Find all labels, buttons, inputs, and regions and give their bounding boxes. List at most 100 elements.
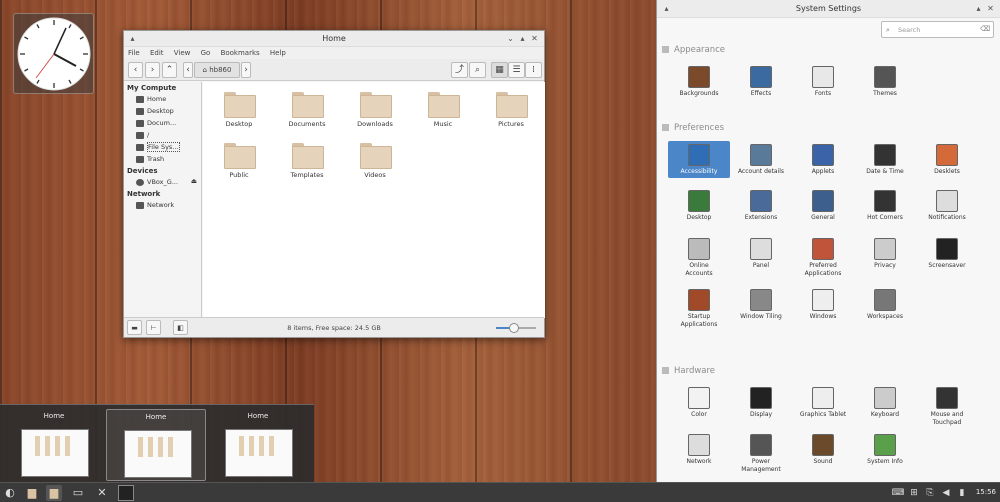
settings-item-desktop[interactable]: Desktop — [668, 190, 730, 222]
window-list-icon[interactable]: ⊞ — [906, 485, 922, 501]
close-button[interactable]: ✕ — [985, 3, 996, 14]
settings-item-keyboard[interactable]: Keyboard — [854, 387, 916, 419]
settings-item-label: Hot Corners — [867, 214, 903, 221]
keyboard-icon[interactable]: ⌨ — [890, 485, 906, 501]
settings-item-online-accounts[interactable]: Online Accounts — [668, 238, 730, 278]
settings-item-account[interactable]: Account details — [730, 144, 792, 176]
settings-item-window-tiling[interactable]: Window Tiling — [730, 289, 792, 321]
minimize-button[interactable]: ⌄ — [505, 33, 516, 44]
settings-item-color[interactable]: Color — [668, 387, 730, 419]
sidebar-item-vbox[interactable]: VBox_G... ⏏ — [124, 176, 201, 188]
menu-go[interactable]: Go — [201, 47, 211, 59]
settings-item-privacy[interactable]: Privacy — [854, 238, 916, 270]
sidebar-item-filesystem[interactable]: File Sys... — [124, 141, 201, 153]
forward-button[interactable]: › — [145, 62, 160, 78]
battery-icon[interactable]: ▮ — [954, 485, 970, 501]
folder-item[interactable]: Downloads — [345, 92, 405, 138]
settings-item-windows[interactable]: Windows — [792, 289, 854, 321]
panel-clock[interactable]: 15:56 — [976, 488, 996, 496]
settings-item-network[interactable]: Network — [668, 434, 730, 466]
file-manager-task-icon[interactable]: ▆ — [46, 485, 62, 501]
menu-view[interactable]: View — [174, 47, 191, 59]
settings-item-notifications[interactable]: Notifications — [916, 190, 978, 222]
settings-item-preferred-apps[interactable]: Preferred Applications — [792, 238, 854, 278]
menu-edit[interactable]: Edit — [150, 47, 164, 59]
power-icon — [750, 434, 772, 456]
workspace-thumbnail[interactable]: Home — [208, 409, 308, 481]
settings-item-accessibility[interactable]: Accessibility — [668, 141, 730, 178]
settings-task-icon[interactable]: ✕ — [94, 485, 110, 501]
sidebar-item-network[interactable]: Network — [124, 199, 201, 211]
network-icon[interactable]: ⎘ — [922, 485, 938, 501]
location-left-arrow[interactable]: ‹ — [183, 62, 193, 78]
settings-item-backgrounds[interactable]: Backgrounds — [668, 66, 730, 98]
location-home-button[interactable]: ⌂ hb860 — [194, 62, 240, 78]
settings-item-hot-corners[interactable]: Hot Corners — [854, 190, 916, 222]
sidebar-item-desktop[interactable]: Desktop — [124, 105, 201, 117]
settings-item-label: Startup Applications — [680, 313, 718, 328]
settings-item-panel[interactable]: Panel — [730, 238, 792, 270]
folder-item[interactable]: Desktop — [209, 92, 269, 138]
close-button[interactable]: ✕ — [529, 33, 540, 44]
clear-icon[interactable]: ⌫ — [980, 25, 990, 33]
settings-item-date-time[interactable]: Date & Time — [854, 144, 916, 176]
search-input[interactable]: ⌕ Search ⌫ — [881, 21, 994, 38]
folder-item[interactable]: Public — [209, 143, 269, 189]
mouse-icon — [936, 387, 958, 409]
workspace-thumbnail-active[interactable]: Home — [106, 409, 206, 481]
desktop-icon — [136, 107, 144, 115]
folder-item[interactable]: Documents — [277, 92, 337, 138]
privacy-icon — [874, 238, 896, 260]
settings-item-power[interactable]: Power Management — [730, 434, 792, 474]
menu-bookmarks[interactable]: Bookmarks — [221, 47, 260, 59]
maximize-button[interactable]: ▴ — [517, 33, 528, 44]
settings-item-screensaver[interactable]: Screensaver — [916, 238, 978, 270]
settings-item-graphics-tablet[interactable]: Graphics Tablet — [792, 387, 854, 419]
settings-item-desklets[interactable]: Desklets — [916, 144, 978, 176]
settings-item-extensions[interactable]: Extensions — [730, 190, 792, 222]
terminal-task-icon[interactable] — [118, 485, 134, 501]
zoom-slider[interactable] — [496, 323, 536, 333]
menu-icon[interactable]: ◐ — [2, 485, 18, 501]
toggle-location-icon[interactable]: ⤴ — [451, 62, 468, 78]
settings-item-applets[interactable]: Applets — [792, 144, 854, 176]
sidebar-item-home[interactable]: Home — [124, 93, 201, 105]
terminal-launcher-icon[interactable]: ▭ — [70, 485, 86, 501]
maximize-button[interactable]: ▴ — [973, 3, 984, 14]
settings-item-system-info[interactable]: System Info — [854, 434, 916, 466]
icon-view-icon[interactable]: ▦ — [491, 62, 508, 78]
zoom-slider-knob[interactable] — [509, 323, 519, 333]
settings-item-fonts[interactable]: Fonts — [792, 66, 854, 98]
folder-item[interactable]: Templates — [277, 143, 337, 189]
sidebar-item-root[interactable]: / — [124, 129, 201, 141]
eject-icon[interactable]: ⏏ — [191, 177, 197, 185]
settings-item-general[interactable]: General — [792, 190, 854, 222]
up-button[interactable]: ⌃ — [162, 62, 177, 78]
compact-view-icon[interactable]: ⁞ — [525, 62, 542, 78]
settings-item-effects[interactable]: Effects — [730, 66, 792, 98]
list-view-icon[interactable]: ☰ — [508, 62, 525, 78]
settings-item-display[interactable]: Display — [730, 387, 792, 419]
settings-item-mouse[interactable]: Mouse and Touchpad — [916, 387, 978, 427]
documents-icon — [136, 119, 144, 127]
file-manager-titlebar[interactable]: ▴ Home ⌄ ▴ ✕ — [124, 31, 544, 47]
menu-help[interactable]: Help — [270, 47, 286, 59]
search-icon[interactable]: ⌕ — [469, 62, 486, 78]
workspace-thumbnail[interactable]: Home — [4, 409, 104, 481]
settings-titlebar[interactable]: ▴ System Settings ▴ ✕ — [657, 0, 1000, 18]
menu-file[interactable]: File — [128, 47, 140, 59]
folder-item[interactable]: Music — [413, 92, 473, 138]
folder-item[interactable]: Videos — [345, 143, 405, 189]
settings-item-sound[interactable]: Sound — [792, 434, 854, 466]
back-button[interactable]: ‹ — [128, 62, 143, 78]
settings-item-startup-apps[interactable]: Startup Applications — [668, 289, 730, 329]
location-right-arrow[interactable]: › — [241, 62, 251, 78]
sidebar-item-trash[interactable]: Trash — [124, 153, 201, 165]
settings-item-workspaces[interactable]: Workspaces — [854, 289, 916, 321]
settings-item-label: Effects — [750, 90, 772, 97]
settings-item-themes[interactable]: Themes — [854, 66, 916, 98]
folder-item[interactable]: Pictures — [481, 92, 541, 138]
sound-icon[interactable]: ◀ — [938, 485, 954, 501]
sidebar-item-documents[interactable]: Docum... — [124, 117, 201, 129]
files-launcher-icon[interactable]: ▆ — [24, 485, 40, 501]
